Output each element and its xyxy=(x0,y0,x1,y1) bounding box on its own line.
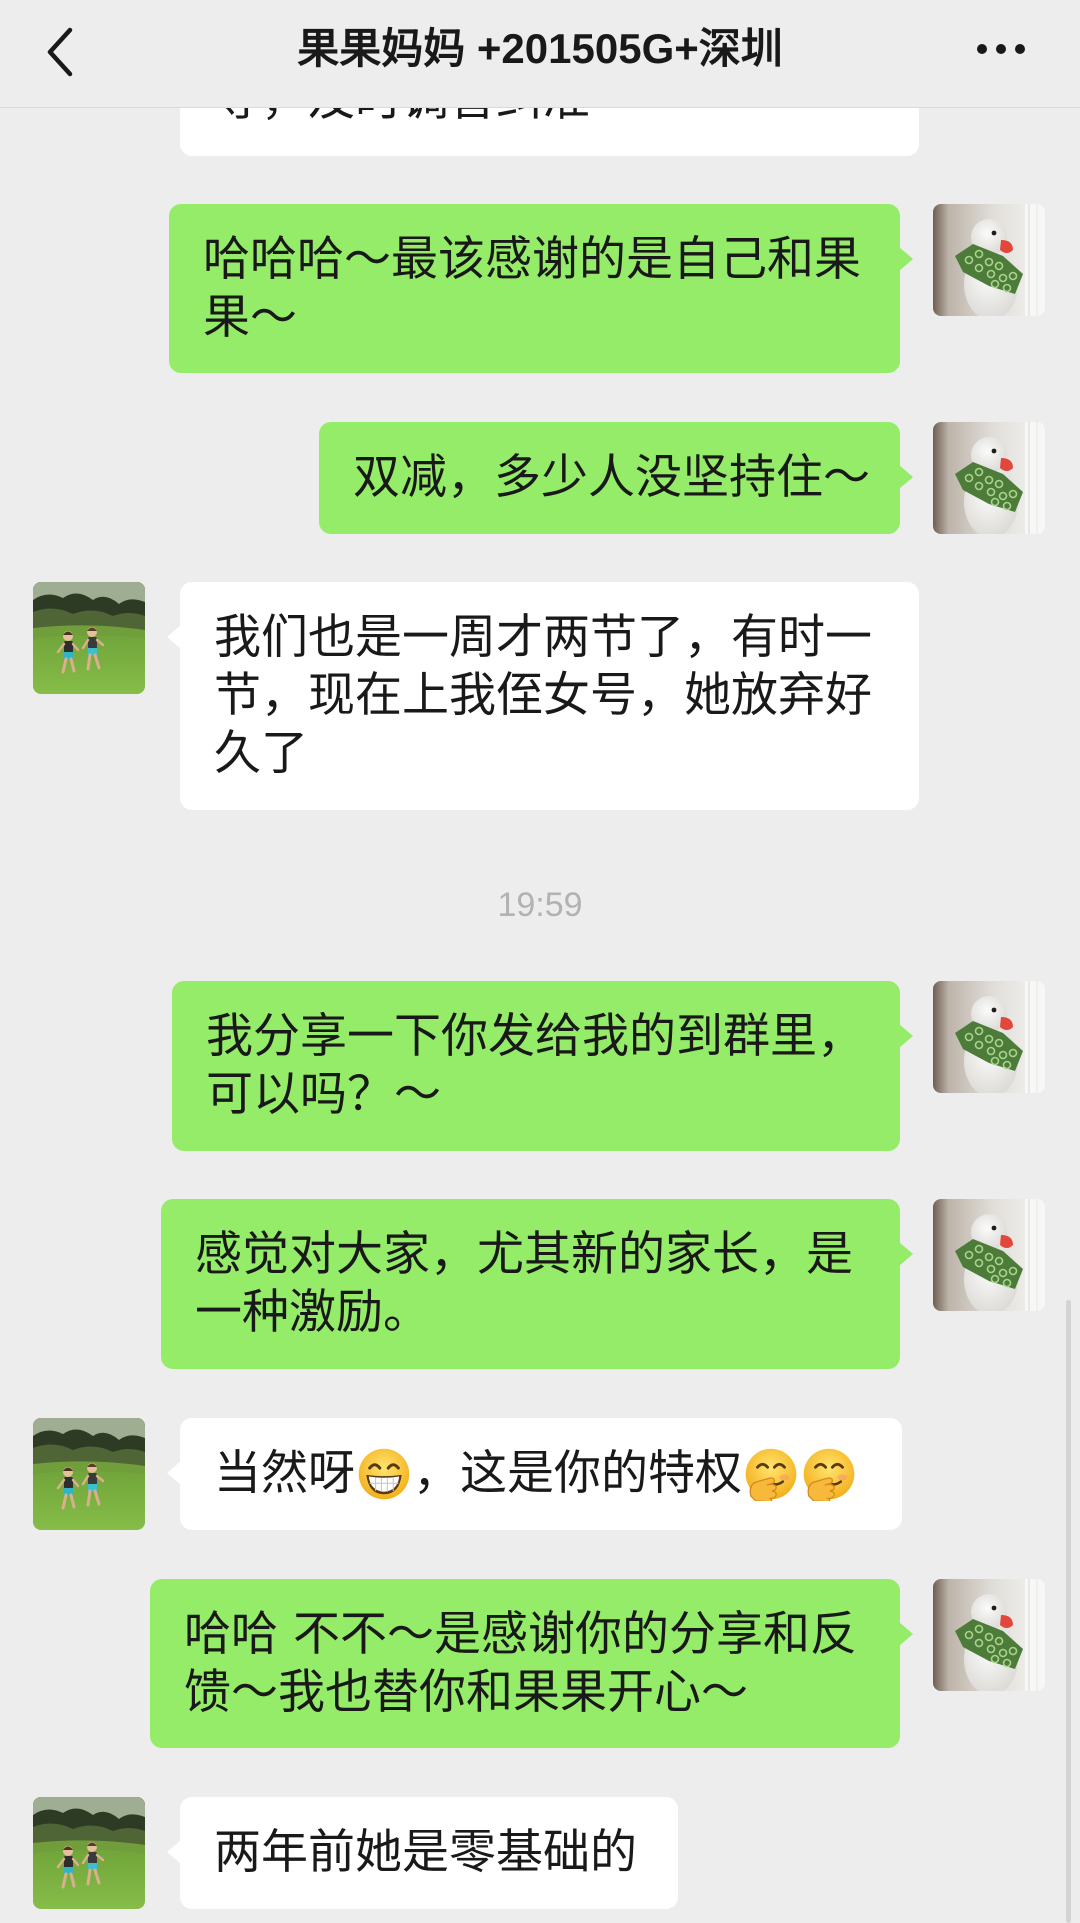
message-line: 双减，多少人没坚持住～ xyxy=(353,450,870,505)
message-text: 当然呀 xyxy=(214,1446,355,1501)
face-with-hand-over-mouth-icon xyxy=(803,1448,855,1501)
outgoing-message[interactable]: 哈哈哈～最该感谢的是自己和果 果～ xyxy=(169,204,913,373)
chat-title: 果果妈妈 +201505G+深圳 xyxy=(297,25,783,72)
face-with-hand-over-mouth-icon xyxy=(745,1448,797,1501)
scrollbar[interactable] xyxy=(1066,1300,1071,1923)
incoming-message[interactable]: 当然呀 ，这是你的特权 xyxy=(167,1418,902,1530)
outgoing-message[interactable]: 哈哈 不不～是感谢你的分享和反 馈～我也替你和果果开心～ xyxy=(150,1579,913,1748)
message-line: 一种激励。 xyxy=(195,1285,430,1340)
message-line: 馈～我也替你和果果开心～ xyxy=(184,1665,748,1720)
contact-avatar[interactable] xyxy=(33,582,145,694)
outgoing-message[interactable]: 双减，多少人没坚持住～ xyxy=(319,422,913,534)
message-timestamp: 19:59 xyxy=(497,886,583,924)
my-avatar[interactable] xyxy=(933,1579,1045,1691)
message-line: 久了 xyxy=(214,726,308,781)
contact-avatar[interactable] xyxy=(33,1797,145,1909)
back-button[interactable] xyxy=(40,24,84,80)
grinning-face-with-smiling-eyes-icon xyxy=(358,1448,410,1500)
my-avatar[interactable] xyxy=(933,422,1045,534)
message-text: ，这是你的特权 xyxy=(413,1446,742,1501)
outgoing-message[interactable]: 感觉对大家，尤其新的家长，是 一种激励。 xyxy=(161,1199,913,1369)
chat-header: 果果妈妈 +201505G+深圳 xyxy=(0,0,1080,108)
incoming-message[interactable]: 两年前她是零基础的 xyxy=(167,1797,678,1909)
message-line: 我分享一下你发给我的到群里， xyxy=(206,1009,864,1064)
message-line: 感觉对大家，尤其新的家长，是 xyxy=(195,1227,853,1282)
more-dots-icon xyxy=(977,44,1025,54)
message-line: 两年前她是零基础的 xyxy=(214,1825,637,1880)
more-button[interactable] xyxy=(968,30,1034,68)
message-line: 哈哈 不不～是感谢你的分享和反 xyxy=(184,1607,857,1662)
message-line: 节，现在上我侄女号，她放弃好 xyxy=(214,668,872,723)
incoming-message[interactable]: 我们也是一周才两节了，有时一 节，现在上我侄女号，她放弃好 久了 xyxy=(167,582,919,810)
message-line: 果～ xyxy=(203,290,297,345)
my-avatar[interactable] xyxy=(933,204,1045,316)
contact-avatar[interactable] xyxy=(33,1418,145,1530)
outgoing-message[interactable]: 我分享一下你发给我的到群里， 可以吗？～ xyxy=(172,981,913,1151)
message-line: 哈哈哈～最该感谢的是自己和果 xyxy=(203,232,861,287)
chevron-left-icon xyxy=(47,27,73,77)
message-line: 当然呀 ，这是你的特权 xyxy=(214,1445,868,1503)
my-avatar[interactable] xyxy=(933,1199,1045,1311)
message-line: 我们也是一周才两节了，有时一 xyxy=(214,610,872,665)
my-avatar[interactable] xyxy=(933,981,1045,1093)
message-line: 可以吗？～ xyxy=(206,1067,441,1122)
